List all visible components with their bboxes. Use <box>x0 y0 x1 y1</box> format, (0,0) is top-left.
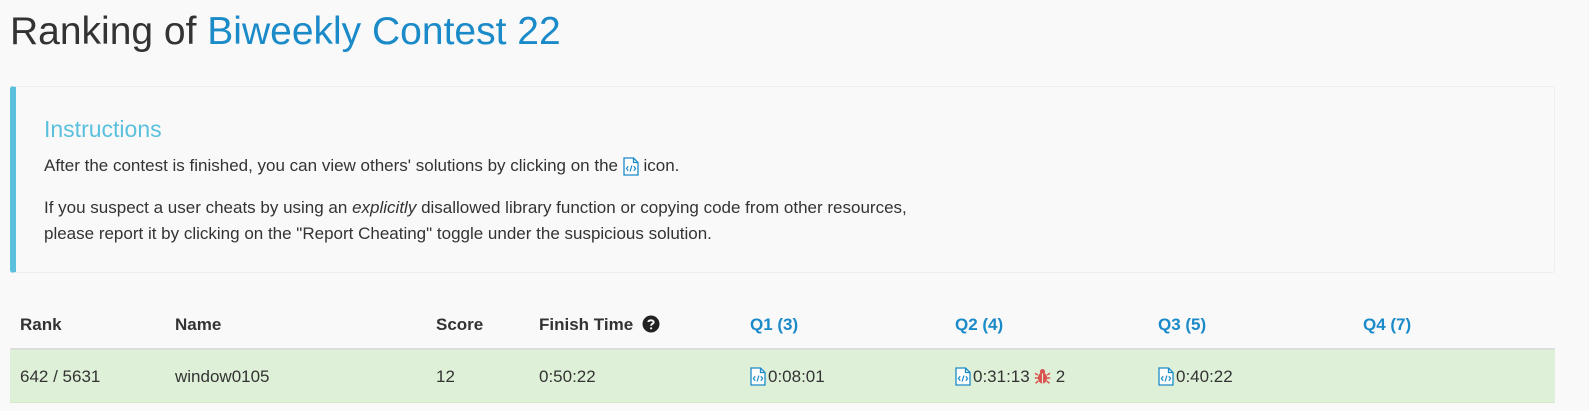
cell-score: 12 <box>436 367 455 386</box>
cell-q3: 0:40:22 <box>1158 350 1233 403</box>
header-q1-link[interactable]: Q1 (3) <box>750 300 798 350</box>
header-q3-link[interactable]: Q3 (5) <box>1158 300 1206 350</box>
table-header-row: Rank Name Score Finish Time Q1 (3) Q2 (4… <box>10 300 1555 350</box>
header-q2-link[interactable]: Q2 (4) <box>955 300 1003 350</box>
page-title: Ranking of Biweekly Contest 22 <box>10 8 561 56</box>
instructions-line2-text: If you suspect a user cheats by using an <box>44 198 348 217</box>
header-score: Score <box>436 315 484 334</box>
cell-q2-bug-count: 2 <box>1055 367 1066 386</box>
contest-name-link[interactable]: Biweekly Contest 22 <box>207 10 560 53</box>
header-rank: Rank <box>20 315 62 334</box>
cell-q1: 0:08:01 <box>750 350 825 403</box>
header-q4-link[interactable]: Q4 (7) <box>1363 300 1411 350</box>
header-finish-time: Finish Time <box>539 300 660 350</box>
instructions-line-solutions: After the contest is finished, you can v… <box>44 154 679 178</box>
cell-rank: 642 / 5631 <box>20 367 101 386</box>
question-circle-icon[interactable] <box>642 315 660 333</box>
cell-q2-time: 0:31:13 <box>973 367 1030 386</box>
instructions-line-report: please report it by clicking on the "Rep… <box>44 224 712 243</box>
code-file-icon[interactable] <box>750 366 766 386</box>
instructions-emphasis: explicitly <box>352 198 417 217</box>
code-file-icon[interactable] <box>955 366 971 386</box>
ranking-table: Rank Name Score Finish Time Q1 (3) Q2 (4… <box>10 300 1555 403</box>
code-file-icon <box>623 157 639 176</box>
code-file-icon[interactable] <box>1158 366 1174 386</box>
cell-q3-time: 0:40:22 <box>1176 367 1233 386</box>
instructions-line1-end: icon. <box>643 156 680 175</box>
bug-icon <box>1034 368 1051 385</box>
cell-q2: 0:31:13 2 <box>955 350 1065 403</box>
instructions-line1-text: After the contest is finished, you can v… <box>44 156 618 175</box>
title-prefix: Ranking of <box>10 10 197 53</box>
header-name: Name <box>175 315 222 334</box>
cell-q1-time: 0:08:01 <box>768 367 825 386</box>
instructions-heading: Instructions <box>44 116 162 142</box>
instructions-line2-end: disallowed library function or copying c… <box>421 198 907 217</box>
header-finish-time-label: Finish Time <box>539 315 634 334</box>
cell-finish-time: 0:50:22 <box>539 367 596 386</box>
ranking-page: Ranking of Biweekly Contest 22 Instructi… <box>0 0 1589 411</box>
instructions-line-cheating: If you suspect a user cheats by using an… <box>44 196 907 220</box>
table-row: 642 / 5631 window0105 12 0:50:22 0:08:01 <box>10 350 1555 403</box>
cell-name: window0105 <box>175 367 270 386</box>
instructions-panel: Instructions After the contest is finish… <box>10 86 1555 273</box>
